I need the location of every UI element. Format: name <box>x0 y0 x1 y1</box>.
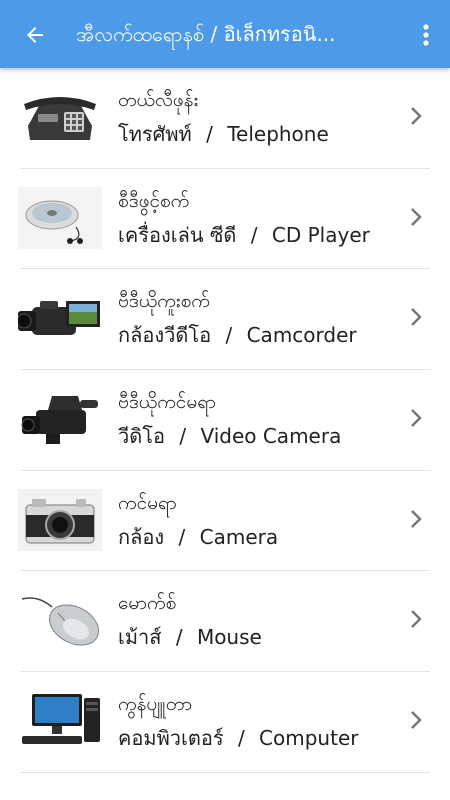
translation: เครื่องเล่น ซีดี / CD Player <box>118 219 370 251</box>
translation: เม้าส์ / Mouse <box>118 621 262 653</box>
english-word: Computer <box>259 726 359 751</box>
thai-word: เครื่องเล่น ซีดี <box>118 222 237 247</box>
chevron-right-icon <box>411 308 422 327</box>
list-item[interactable]: ကင်မရာ กล้อง / Camera <box>0 471 450 572</box>
separator: / <box>179 424 187 449</box>
chevron-right-icon <box>411 107 422 125</box>
cd-player-icon <box>18 186 102 249</box>
mouse-icon <box>21 597 99 646</box>
thai-word: โทรศัพท์ <box>118 122 192 146</box>
burmese-word: ဗီဒီယိုကင်မရာ <box>118 391 216 414</box>
list-item[interactable]: တယ်လီဖုန်း โทรศัพท์ / Telephone <box>0 68 450 169</box>
vocabulary-list: တယ်လီဖုန်း โทรศัพท์ / Telephone စီဒီဖွင့… <box>0 68 450 773</box>
burmese-word: မောက်စ် <box>118 592 177 615</box>
separator: / <box>175 625 183 650</box>
thai-word: กล้องวีดีโอ <box>118 323 212 348</box>
separator: / <box>225 323 233 348</box>
thai-word: กล้อง <box>118 524 165 549</box>
list-item[interactable]: ကွန်ပျူတာ คอมพิวเตอร์ / Computer <box>0 672 450 773</box>
back-button[interactable] <box>18 18 52 52</box>
separator: / <box>206 122 213 146</box>
translation: โทรศัพท์ / Telephone <box>118 118 329 150</box>
translation: กล้องวีดีโอ / Camcorder <box>118 319 357 351</box>
english-word: Mouse <box>196 625 262 650</box>
arrow-back-icon <box>27 27 43 43</box>
translation: กล้อง / Camera <box>118 521 278 553</box>
overflow-menu-button[interactable] <box>414 18 438 52</box>
translation: วีดิโอ / Video Camera <box>118 420 341 452</box>
thai-word: วีดิโอ <box>118 424 165 449</box>
list-item[interactable]: မောက်စ် เม้าส์ / Mouse <box>0 571 450 673</box>
more-vert-icon <box>423 24 429 46</box>
camcorder-icon <box>18 301 100 336</box>
chevron-right-icon <box>411 610 422 629</box>
english-word: CD Player <box>271 222 370 247</box>
separator: / <box>237 726 245 751</box>
page-title: အီလက်ထရောနစ် / อิเล็กทรอนิ... <box>76 22 336 46</box>
burmese-word: ကင်မရာ <box>118 491 177 514</box>
separator: / <box>178 524 186 549</box>
computer-icon <box>22 694 100 745</box>
camera-icon <box>18 488 102 551</box>
burmese-word: တယ်လီဖုန်း <box>118 89 199 111</box>
english-word: Camcorder <box>246 323 357 348</box>
separator: / <box>250 222 258 247</box>
burmese-word: စီဒီဖွင့်စက် <box>118 189 190 212</box>
app-bar: အီလက်ထရောနစ် / อิเล็กทรอนิ... <box>0 0 450 68</box>
english-word: Video Camera <box>200 424 342 449</box>
translation: คอมพิวเตอร์ / Computer <box>118 722 358 754</box>
chevron-right-icon <box>411 207 422 226</box>
divider <box>20 771 430 773</box>
chevron-right-icon <box>411 409 422 427</box>
burmese-word: ကွန်ပျူတာ <box>118 693 193 716</box>
list-item[interactable]: စီဒီဖွင့်စက် เครื่องเล่น ซีดี / CD Playe… <box>0 169 450 270</box>
thai-word: คอมพิวเตอร์ <box>118 726 224 751</box>
telephone-icon <box>24 97 96 140</box>
english-word: Telephone <box>227 122 329 146</box>
chevron-right-icon <box>411 711 422 729</box>
burmese-word: ဗီဒီယိုကူးစက် <box>118 290 210 313</box>
video-camera-icon <box>21 396 98 445</box>
list-item[interactable]: ဗီဒီယိုကင်မရာ วีดิโอ / Video Camera <box>0 370 450 471</box>
thai-word: เม้าส์ <box>118 625 162 650</box>
list-item[interactable]: ဗီဒီယိုကူးစက် กล้องวีดีโอ / Camcorder <box>0 269 450 371</box>
english-word: Camera <box>199 524 279 549</box>
chevron-right-icon <box>411 509 422 528</box>
